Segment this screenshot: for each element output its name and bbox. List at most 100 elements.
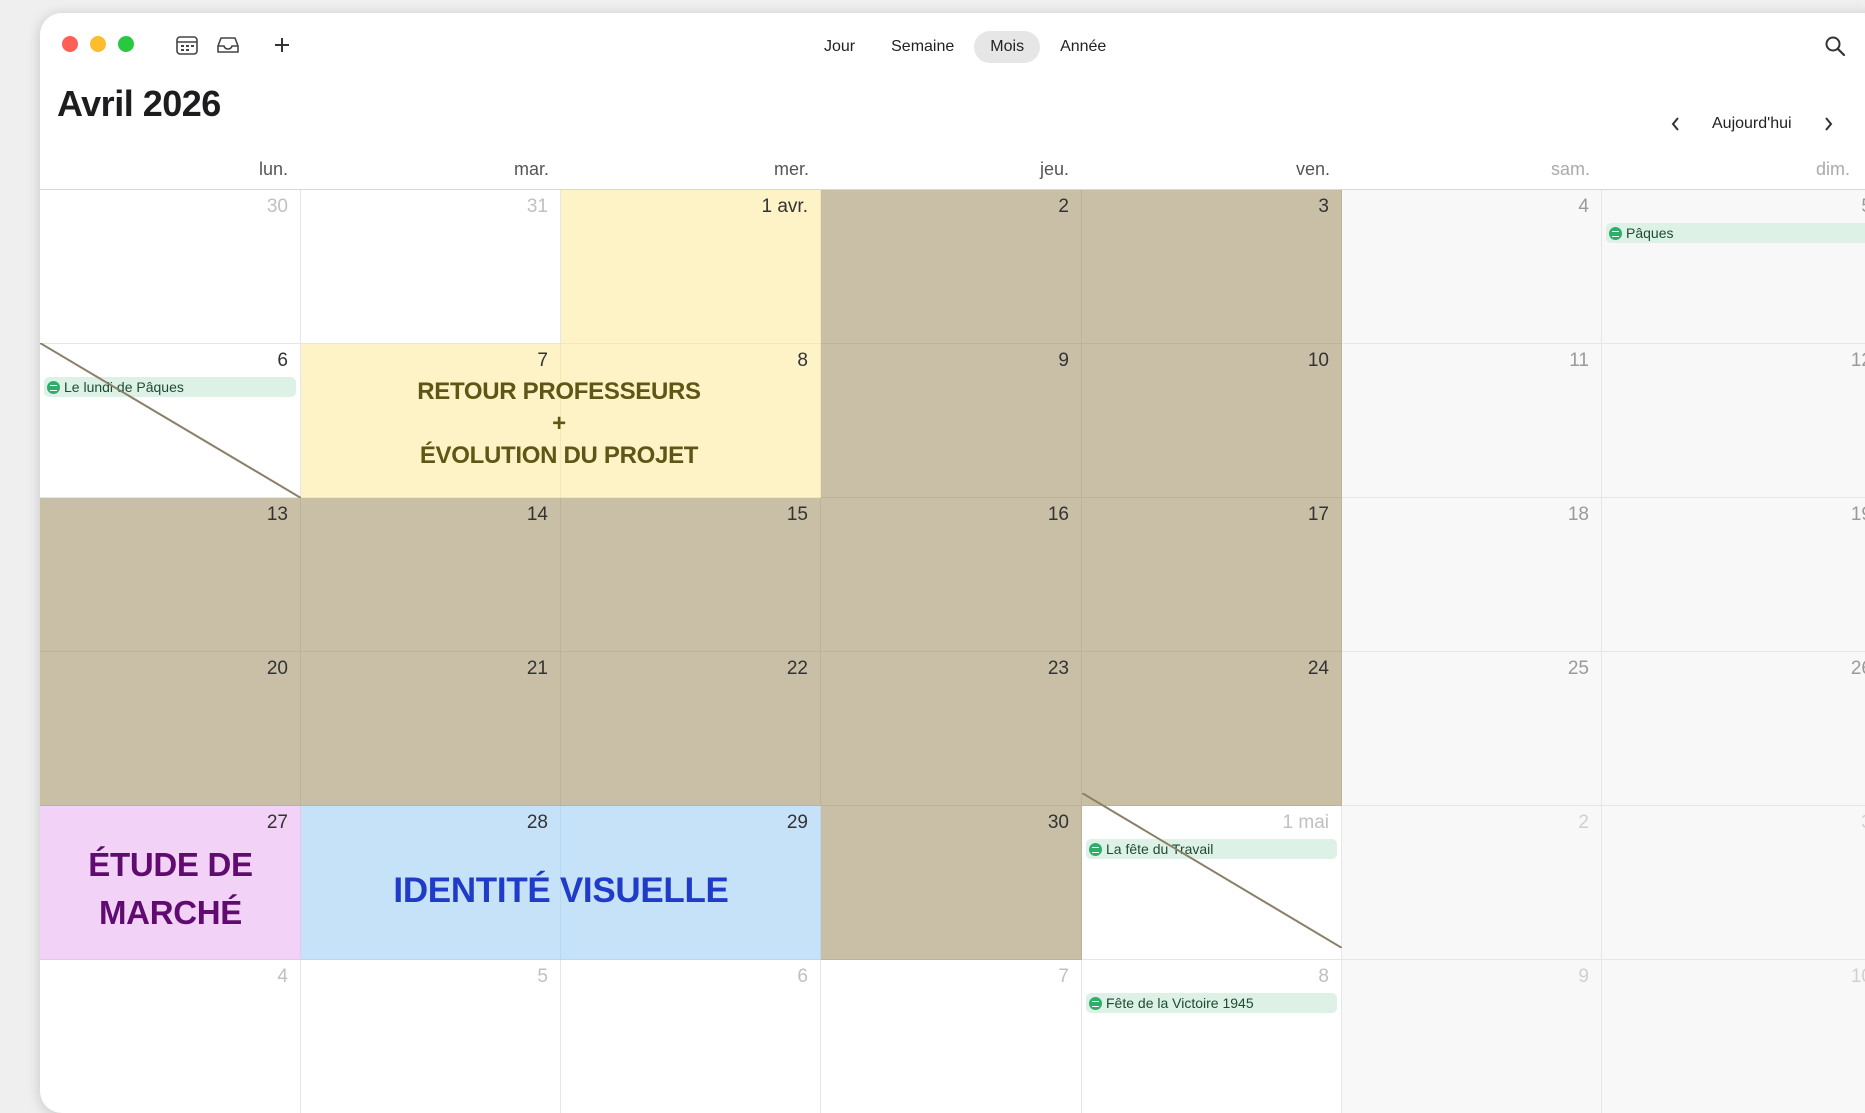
- weekday-label: lun.: [258, 159, 288, 179]
- zoom-window-button[interactable]: [118, 36, 134, 52]
- tab-jour[interactable]: Jour: [808, 31, 871, 63]
- day-cell[interactable]: 23: [821, 652, 1082, 806]
- day-cell[interactable]: 6 Le lundi de Pâques: [40, 344, 301, 498]
- day-cell[interactable]: 8 Fête de la Victoire 1945: [1082, 960, 1342, 1113]
- day-number: 29: [786, 812, 808, 833]
- plus-icon[interactable]: [267, 31, 297, 59]
- event-etude-de-marche[interactable]: ÉTUDE DE MARCHÉ: [40, 841, 301, 937]
- holiday-label: Pâques: [1626, 225, 1674, 241]
- day-number: 18: [1567, 504, 1589, 525]
- day-cell[interactable]: 3: [1602, 806, 1865, 960]
- day-cell[interactable]: 15: [561, 498, 821, 652]
- day-number: 3: [1861, 812, 1865, 834]
- day-cell[interactable]: 2: [1342, 806, 1602, 960]
- chevron-left-icon[interactable]: [1660, 108, 1692, 140]
- day-number: 23: [1047, 658, 1069, 679]
- day-cell[interactable]: 30: [821, 806, 1082, 960]
- day-cell[interactable]: 24: [1082, 652, 1342, 806]
- day-cell[interactable]: 30: [40, 190, 301, 344]
- day-number: 17: [1307, 504, 1329, 525]
- day-cell[interactable]: 3: [1082, 190, 1342, 344]
- event-identite-visuelle[interactable]: IDENTITÉ VISUELLE: [301, 871, 821, 911]
- today-button[interactable]: Aujourd'hui: [1696, 109, 1808, 139]
- day-cell[interactable]: 1 mai La fête du Travail: [1082, 806, 1342, 960]
- day-number: 8: [797, 350, 808, 371]
- chevron-right-icon[interactable]: [1812, 108, 1844, 140]
- day-cell[interactable]: 10: [1082, 344, 1342, 498]
- day-cell[interactable]: 9: [821, 344, 1082, 498]
- close-window-button[interactable]: [62, 36, 78, 52]
- holiday-event[interactable]: Fête de la Victoire 1945: [1086, 993, 1337, 1013]
- day-number: 4: [1578, 196, 1589, 217]
- holiday-event[interactable]: La fête du Travail: [1086, 839, 1337, 859]
- day-number: 10: [1850, 966, 1865, 987]
- day-cell[interactable]: 14: [301, 498, 561, 652]
- event-title-line: ÉTUDE DE: [88, 846, 253, 883]
- day-cell[interactable]: 1 avr.: [561, 190, 821, 344]
- holiday-event[interactable]: Le lundi de Pâques: [44, 377, 296, 397]
- event-title-line: RETOUR PROFESSEURS: [417, 378, 701, 405]
- day-number: 15: [786, 504, 808, 525]
- day-number: 26: [1850, 658, 1865, 679]
- holiday-event[interactable]: Pâques: [1606, 223, 1865, 243]
- day-cell[interactable]: 4: [1342, 190, 1602, 344]
- calendar-list-icon[interactable]: [172, 31, 202, 59]
- day-number: 9: [1578, 966, 1589, 987]
- weekday-label: jeu.: [1039, 159, 1069, 179]
- day-number: 16: [1047, 504, 1069, 525]
- month-grid: 30311 avr.2345Pâques6Le lundi de Pâques7…: [40, 190, 1865, 1113]
- day-number: 19: [1850, 504, 1865, 525]
- tab-mois[interactable]: Mois: [974, 31, 1041, 63]
- day-cell[interactable]: 26: [1602, 652, 1865, 806]
- day-cell[interactable]: 20: [40, 652, 301, 806]
- day-cell[interactable]: 25: [1342, 652, 1602, 806]
- day-cell[interactable]: 18: [1342, 498, 1602, 652]
- day-number: 27: [266, 812, 288, 833]
- day-cell[interactable]: 19: [1602, 498, 1865, 652]
- day-cell[interactable]: 17: [1082, 498, 1342, 652]
- tab-annee[interactable]: Année: [1044, 31, 1122, 63]
- tab-semaine[interactable]: Semaine: [875, 31, 970, 63]
- day-cell[interactable]: 6: [561, 960, 821, 1113]
- calendar-holiday-icon: [47, 380, 60, 394]
- day-number: 5: [1861, 196, 1865, 218]
- event-title-line: +: [552, 410, 566, 437]
- day-number: 1 mai: [1282, 812, 1329, 833]
- day-cell[interactable]: 11: [1342, 344, 1602, 498]
- month-navigation: Aujourd'hui: [1660, 107, 1844, 141]
- day-cell[interactable]: 10: [1602, 960, 1865, 1113]
- day-number: 20: [266, 658, 288, 679]
- page-title: Avril 2026: [57, 83, 221, 124]
- day-cell[interactable]: 7: [821, 960, 1082, 1113]
- weekday-header: lun. mar. mer. jeu. ven. sam. dim.: [40, 153, 1865, 183]
- day-cell[interactable]: 2: [821, 190, 1082, 344]
- day-number: 22: [786, 658, 808, 679]
- day-number: 5: [537, 966, 548, 987]
- day-cell[interactable]: 12: [1602, 344, 1865, 498]
- day-cell[interactable]: 16: [821, 498, 1082, 652]
- day-number: 14: [526, 504, 548, 525]
- day-number: 9: [1058, 350, 1069, 371]
- day-number: 30: [1047, 812, 1069, 833]
- calendar-holiday-icon: [1609, 226, 1622, 240]
- inbox-icon[interactable]: [213, 31, 243, 59]
- search-icon[interactable]: [1820, 31, 1850, 61]
- event-retour-professeurs[interactable]: RETOUR PROFESSEURS + ÉVOLUTION DU PROJET: [298, 376, 820, 472]
- day-number: 7: [537, 350, 548, 371]
- day-cell[interactable]: 31: [301, 190, 561, 344]
- day-cell[interactable]: 4: [40, 960, 301, 1113]
- day-cell[interactable]: 13: [40, 498, 301, 652]
- calendar-holiday-icon: [1089, 996, 1102, 1010]
- weekday-label: sam.: [1550, 159, 1590, 179]
- day-cell[interactable]: 5 Pâques: [1602, 190, 1865, 344]
- day-number: 13: [266, 504, 288, 525]
- day-number: 30: [266, 196, 288, 217]
- day-cell[interactable]: 21: [301, 652, 561, 806]
- day-cell[interactable]: 9: [1342, 960, 1602, 1113]
- day-cell[interactable]: 22: [561, 652, 821, 806]
- weekday-label: mar.: [513, 159, 549, 179]
- day-cell[interactable]: 5: [301, 960, 561, 1113]
- day-number: 2: [1058, 196, 1069, 217]
- minimize-window-button[interactable]: [90, 36, 106, 52]
- day-number: 6: [797, 966, 808, 987]
